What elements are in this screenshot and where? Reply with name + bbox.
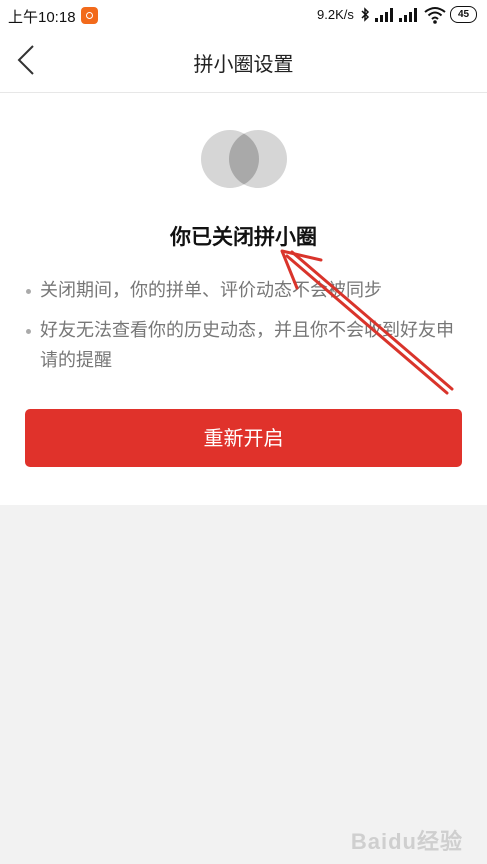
closed-status-title: 你已关闭拼小圈 [170,225,317,249]
signal-icon-2 [399,8,417,22]
overlapping-circles-icon [201,130,287,188]
bluetooth-icon [361,7,370,22]
network-speed: 9.2K/s [317,7,354,22]
info-item: 关闭期间，你的拼单、评价动态不会被同步 [26,276,466,306]
info-list: 关闭期间，你的拼单、评价动态不会被同步 好友无法查看你的历史动态，并且你不会收到… [26,276,466,386]
watermark-logo: Baidu经验 [350,829,463,854]
battery-indicator: 45 [450,6,477,23]
wifi-icon [424,7,446,24]
status-time: 上午10:18 [8,9,76,26]
page-title: 拼小圈设置 [193,52,294,76]
reopen-button[interactable]: 重新开启 [25,409,462,467]
status-bar: 上午10:18 9.2K/s 45 [0,0,487,30]
info-item: 好友无法查看你的历史动态，并且你不会收到好友申请的提醒 [26,316,466,376]
signal-icon [375,8,393,22]
settings-card: 你已关闭拼小圈 关闭期间，你的拼单、评价动态不会被同步 好友无法查看你的历史动态… [0,93,487,505]
app-notification-icon [81,7,98,24]
nav-bar: 拼小圈设置 [0,30,487,93]
